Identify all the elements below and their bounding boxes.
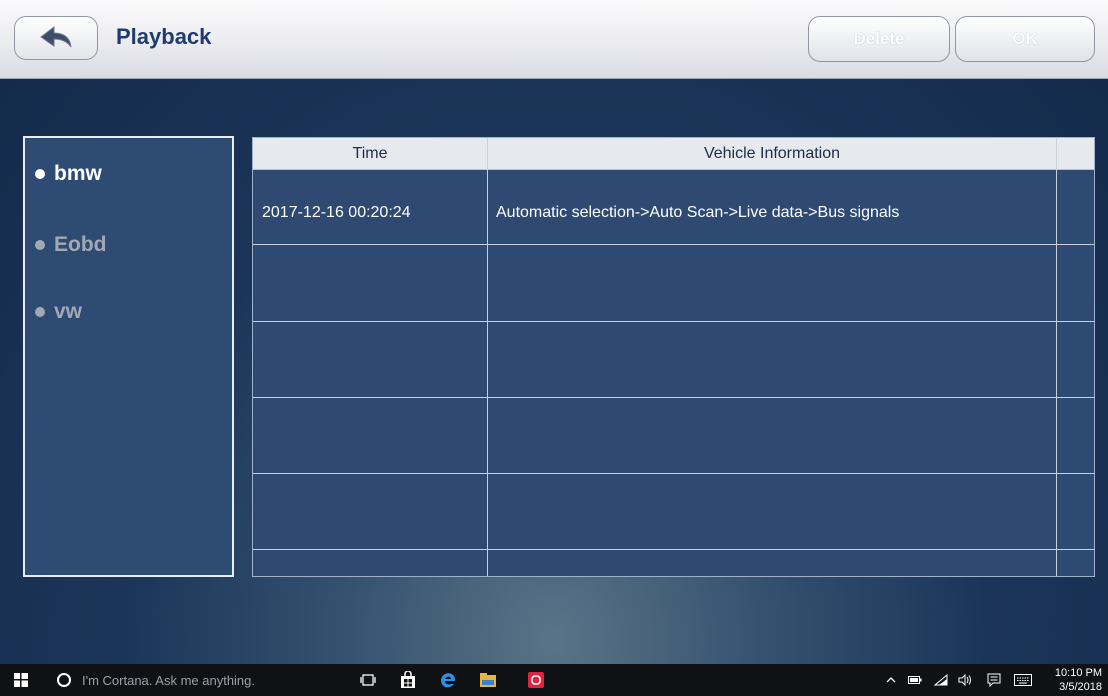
chevron-up-icon [886, 677, 896, 683]
clock-time: 10:10 PM [1054, 667, 1102, 679]
file-explorer-button[interactable] [472, 664, 504, 696]
title-bar: Playback Delete OK [0, 0, 1108, 79]
task-view-button[interactable] [352, 664, 384, 696]
sidebar-item-label: bmw [54, 162, 102, 185]
volume-control[interactable] [954, 664, 976, 696]
bullet-icon [35, 169, 45, 179]
sidebar-item-label: vw [54, 300, 83, 323]
ok-button[interactable]: OK [955, 16, 1095, 62]
red-app-icon [528, 672, 544, 688]
table-header: Time Vehicle Information [253, 138, 1094, 170]
keyboard-icon [1014, 674, 1032, 686]
notification-icon [987, 673, 1001, 687]
table-row[interactable] [253, 550, 1094, 576]
table-row[interactable] [253, 245, 1094, 321]
table-row[interactable] [253, 474, 1094, 549]
back-arrow-icon [40, 25, 72, 48]
edge-button[interactable] [432, 664, 464, 696]
speaker-icon [958, 674, 971, 686]
app-button[interactable] [520, 664, 552, 696]
system-clock[interactable]: 10:10 PM 3/5/2018 [1055, 666, 1102, 694]
delete-button[interactable]: Delete [808, 16, 950, 62]
wifi-icon [934, 674, 948, 686]
file-explorer-icon [480, 673, 496, 687]
table-row[interactable] [253, 398, 1094, 473]
action-center-button[interactable] [982, 664, 1006, 696]
page-title: Playback [116, 24, 212, 49]
bullet-icon [35, 240, 45, 250]
sidebar-item-label: Eobd [54, 233, 107, 256]
playback-table: Time Vehicle Information 2017-12-16 00:2… [252, 137, 1095, 577]
sidebar-item-bmw[interactable]: bmw [35, 158, 102, 190]
cortana-placeholder: I'm Cortana. Ask me anything. [82, 672, 256, 688]
back-button[interactable] [14, 16, 98, 60]
cell-time: 2017-12-16 00:20:24 [262, 204, 411, 221]
cell-vehicle-info: Automatic selection->Auto Scan->Live dat… [496, 204, 900, 221]
cortana-search-box[interactable]: I'm Cortana. Ask me anything. [48, 664, 344, 696]
cortana-circle-icon [57, 673, 71, 687]
network-status[interactable] [930, 664, 952, 696]
start-button[interactable] [0, 664, 42, 696]
show-hidden-icons-button[interactable] [880, 664, 902, 696]
battery-icon [908, 676, 922, 684]
column-header-time: Time [352, 144, 388, 162]
store-button[interactable] [392, 664, 424, 696]
battery-status[interactable] [904, 664, 926, 696]
store-icon [401, 671, 415, 688]
touch-keyboard-button[interactable] [1010, 664, 1036, 696]
vehicle-brand-list: bmw Eobd vw [23, 136, 234, 577]
table-row[interactable]: 2017-12-16 00:20:24 Automatic selection-… [253, 170, 1094, 244]
column-header-vehicle-information: Vehicle Information [703, 144, 841, 162]
windows-start-icon [14, 673, 28, 687]
column-header-blank [1057, 138, 1094, 169]
taskbar: I'm Cortana. Ask me anything. 10:10 PM 3… [0, 664, 1108, 696]
task-view-icon [360, 674, 376, 686]
edge-icon [441, 673, 455, 688]
sidebar-item-eobd[interactable]: Eobd [35, 229, 107, 261]
bullet-icon [35, 307, 45, 317]
sidebar-item-vw[interactable]: vw [35, 296, 82, 328]
table-row[interactable] [253, 322, 1094, 397]
clock-date: 3/5/2018 [1059, 681, 1102, 693]
